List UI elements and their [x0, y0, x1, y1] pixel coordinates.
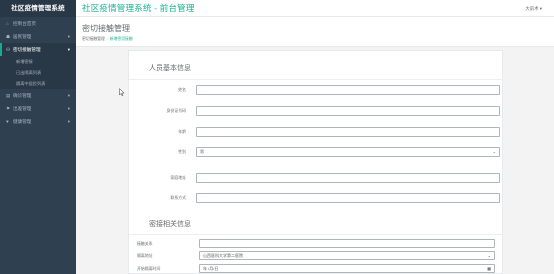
field-label: 年龄: [178, 129, 186, 134]
field-label: 身份证号码: [166, 108, 186, 113]
form-row-isolation-address: 隔离地址 山西医科大学第二医院 ⌄: [129, 251, 504, 261]
form-card: 人员基本信息 姓名 身份证号码 年龄 性别 男 ⌄ 家庭地址 联系方式 密接相关…: [128, 50, 504, 274]
chevron-down-icon: ▾: [67, 47, 70, 52]
trip-icon: ⚑: [6, 106, 11, 111]
home-address-input[interactable]: [196, 173, 500, 183]
field-label: 隔离地址: [137, 253, 153, 258]
sidebar-subitem-add-contact[interactable]: 新增密接: [0, 56, 76, 67]
sidebar-item-dashboard[interactable]: ⌂ 控制台首页: [0, 17, 76, 30]
section-title-basic-info: 人员基本信息: [149, 65, 191, 72]
form-row-relation: 接触关系: [129, 239, 504, 249]
user-menu[interactable]: 大前术 ▾: [525, 0, 542, 17]
sidebar-item-label: 健康管理: [13, 119, 32, 124]
date-placeholder: 年 /月/日: [203, 266, 219, 271]
sidebar-item-health[interactable]: ♥ 健康管理 ▾: [0, 115, 76, 128]
sidebar-item-residents[interactable]: ☗ 居民管理 ▾: [0, 30, 76, 43]
sidebar-subitem-released-list[interactable]: 已出隔离列表: [0, 67, 76, 78]
sidebar-item-label: 出差管理: [13, 106, 32, 111]
chevron-down-icon: ▾: [67, 106, 70, 111]
isolation-start-date-input[interactable]: 年 /月/日 ▦: [199, 264, 495, 273]
form-row-gender: 性别 男 ⌄: [129, 147, 504, 157]
field-label: 姓名: [178, 87, 186, 92]
field-label: 开始隔离时间: [137, 266, 161, 271]
form-row-name: 姓名: [129, 85, 504, 95]
form-row-address: 家庭地址: [129, 173, 504, 183]
sidebar-item-label: 控制台首页: [13, 21, 36, 26]
sidebar-subitem-isolating-list[interactable]: 隔离中居民列表: [0, 78, 76, 89]
page-heading: 密切接触管理 密切接触管理 / 新增密切接触: [76, 17, 554, 47]
isolation-address-select[interactable]: 山西医科大学第二医院 ⌄: [199, 251, 495, 260]
sidebar-item-label: 居民管理: [13, 34, 32, 39]
field-label: 接触关系: [137, 241, 153, 246]
form-row-id-number: 身份证号码: [129, 106, 504, 116]
form-row-start-date: 开始隔离时间 年 /月/日 ▦: [129, 264, 504, 274]
top-bar: 社区疫情管理系统 - 前台管理 大前术 ▾: [76, 0, 554, 17]
contact-relation-input[interactable]: [199, 239, 495, 248]
home-icon: ⌂: [6, 21, 9, 26]
page-title: 密切接触管理: [82, 24, 130, 33]
calendar-icon[interactable]: ▦: [487, 265, 491, 272]
section-title-contact-info: 密接相关信息: [149, 221, 191, 228]
sidebar-item-label: 确诊管理: [13, 93, 32, 98]
breadcrumb-current: 新增密切接触: [109, 37, 133, 41]
sidebar-item-confirmed[interactable]: ▤ 确诊管理 ▾: [0, 89, 76, 102]
chevron-down-icon: ⌄: [492, 149, 496, 154]
sidebar-item-label: 密切接触管理: [13, 47, 41, 52]
sidebar-brand: 社区疫情管理系统: [0, 0, 76, 17]
field-label: 性别: [178, 149, 186, 154]
app-title: 社区疫情管理系统 - 前台管理: [82, 3, 195, 13]
id-number-input[interactable]: [196, 106, 500, 116]
sidebar-item-close-contacts[interactable]: ⚇ 密切接触管理 ▾: [0, 43, 76, 56]
sidebar: 社区疫情管理系统 ⌂ 控制台首页 ☗ 居民管理 ▾ ⚇ 密切接触管理 ▾ 新增密接 已…: [0, 0, 76, 274]
section-divider: [129, 234, 504, 235]
contact-phone-input[interactable]: [196, 193, 500, 203]
sidebar-item-trips[interactable]: ⚑ 出差管理 ▾: [0, 102, 76, 115]
chevron-down-icon: ▾: [67, 119, 70, 124]
age-input[interactable]: [196, 127, 500, 137]
chevron-down-icon: ▾: [67, 34, 70, 39]
chevron-down-icon: ▾: [67, 93, 70, 98]
sidebar-submenu: 新增密接 已出隔离列表 隔离中居民列表: [0, 56, 76, 89]
isolation-address-value: 山西医科大学第二医院: [203, 253, 243, 258]
user-group-icon: ☗: [6, 34, 11, 39]
gender-select-value: 男: [200, 149, 204, 154]
field-label: 家庭地址: [170, 175, 186, 180]
contact-icon: ⚇: [6, 47, 11, 52]
name-input[interactable]: [196, 85, 500, 95]
section-divider: [129, 79, 504, 80]
inventory-icon: ▤: [6, 93, 11, 98]
form-row-contact: 联系方式: [129, 193, 504, 203]
breadcrumb-parent[interactable]: 密切接触管理: [82, 37, 105, 41]
field-label: 联系方式: [170, 195, 186, 200]
chevron-down-icon: ⌄: [487, 253, 491, 258]
form-row-age: 年龄: [129, 127, 504, 137]
health-icon: ♥: [6, 119, 9, 124]
gender-select[interactable]: 男 ⌄: [196, 147, 500, 157]
mouse-cursor-icon: [119, 88, 125, 96]
breadcrumb: 密切接触管理 / 新增密切接触: [82, 37, 133, 41]
